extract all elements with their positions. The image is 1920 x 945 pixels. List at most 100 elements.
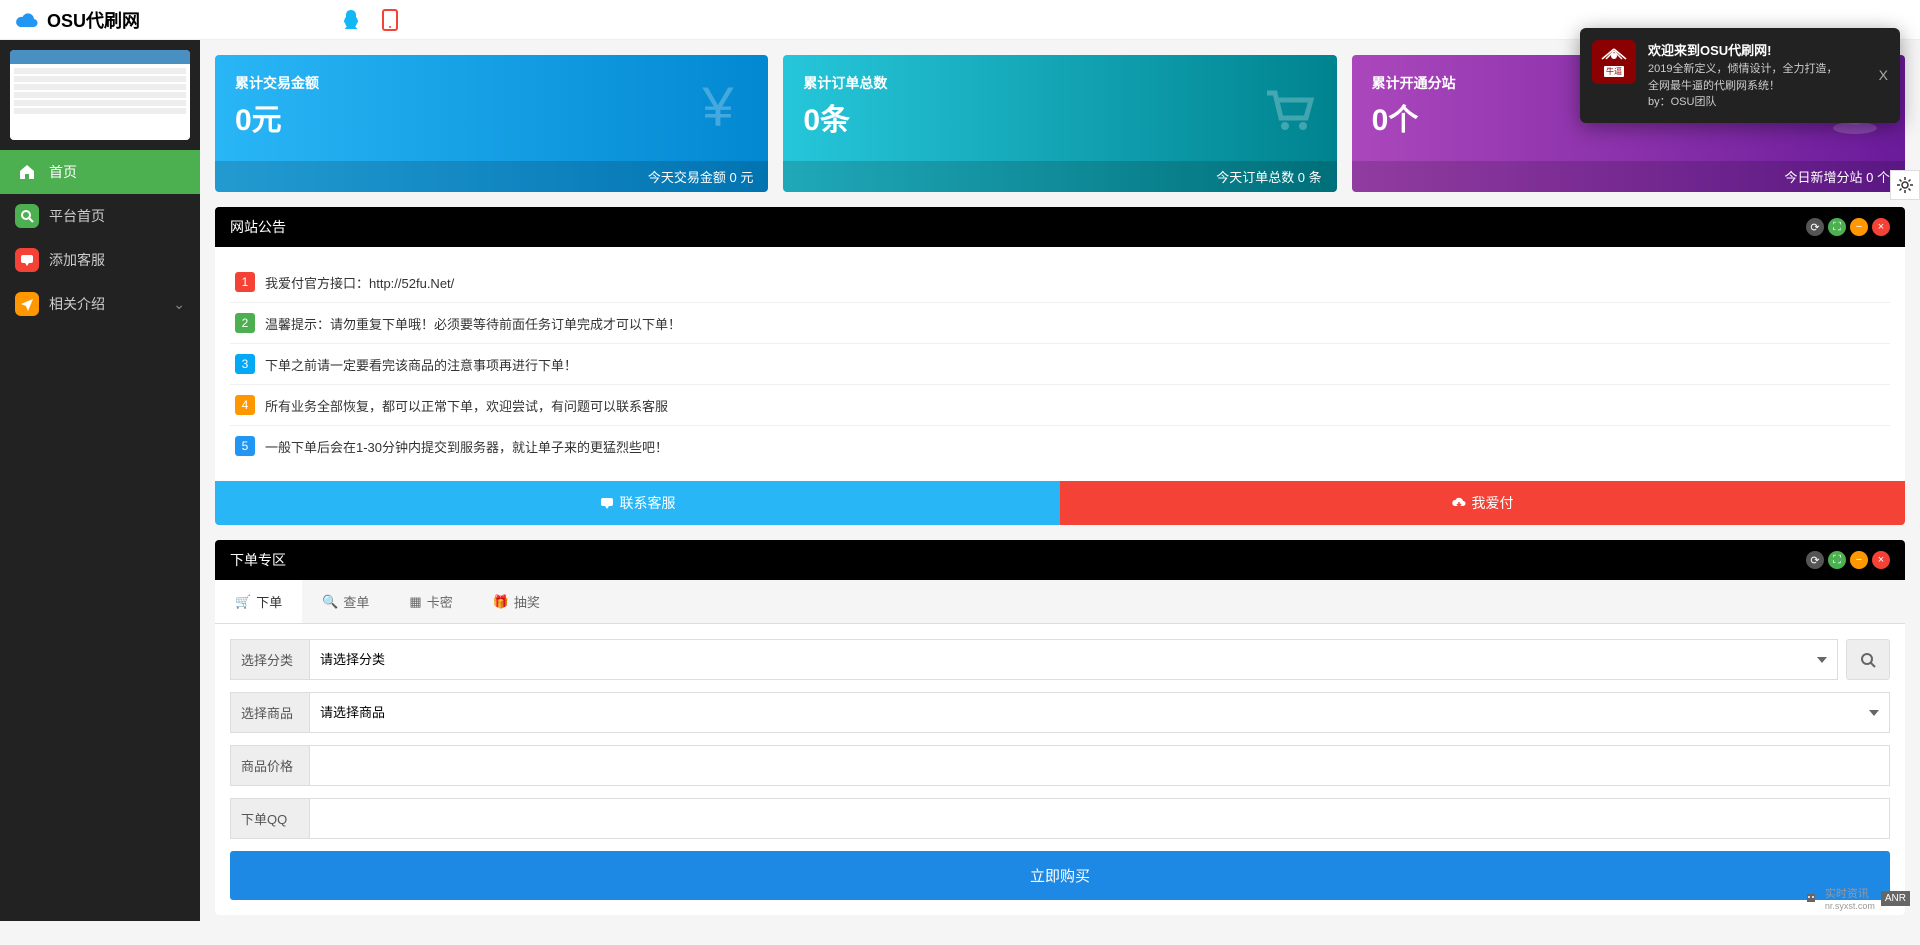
toast-line: 全网最牛逼的代刷网系统！ <box>1648 78 1860 95</box>
refresh-icon[interactable]: ⟳ <box>1806 218 1824 236</box>
order-tabs: 🛒 下单 🔍 查单 ▦ 卡密 🎁 抽奖 <box>215 580 1905 624</box>
nav-label: 首页 <box>49 162 77 182</box>
search-icon: 🔍 <box>322 594 338 610</box>
buy-button[interactable]: 立即购买 <box>230 851 1890 900</box>
notice-item: 4 所有业务全部恢复，都可以正常下单，欢迎尝试，有问题可以联系客服 <box>230 385 1890 426</box>
chevron-down-icon: ⌄ <box>173 296 185 313</box>
toast-line: by：OSU团队 <box>1648 94 1860 111</box>
tab-order[interactable]: 🛒 下单 <box>215 580 302 623</box>
category-select[interactable]: 请选择分类 <box>310 639 1838 680</box>
nav-about[interactable]: 相关介绍 ⌄ <box>0 282 200 326</box>
nav-home[interactable]: 首页 <box>0 150 200 194</box>
expand-icon[interactable]: ⛶ <box>1828 218 1846 236</box>
search-category-button[interactable] <box>1846 639 1890 680</box>
robot-icon <box>1803 890 1819 906</box>
notice-item: 5 一般下单后会在1-30分钟内提交到服务器，就让单子来的更猛烈些吧！ <box>230 426 1890 466</box>
notice-badge: 5 <box>235 436 255 456</box>
gift-icon: 🎁 <box>493 594 509 610</box>
button-label: 联系客服 <box>620 493 676 513</box>
stat-footer: 今日新增分站 0 个 <box>1352 161 1905 192</box>
nav-label: 平台首页 <box>49 206 105 226</box>
cart-icon <box>1257 78 1317 138</box>
expand-icon[interactable]: ⛶ <box>1828 551 1846 569</box>
product-select[interactable]: 请选择商品 <box>310 692 1890 733</box>
tab-lottery[interactable]: 🎁 抽奖 <box>473 580 560 623</box>
order-panel: 下单专区 ⟳ ⛶ − × 🛒 下单 🔍 查单 ▦ 卡密 🎁 <box>215 540 1905 915</box>
tab-label: 抽奖 <box>514 592 540 611</box>
phone-icon[interactable] <box>382 9 398 31</box>
notice-text: 我爱付官方接口：http://52fu.Net/ <box>265 273 454 292</box>
watermark-badge: ANR <box>1881 891 1910 906</box>
minimize-icon[interactable]: − <box>1850 218 1868 236</box>
svg-text:¥: ¥ <box>702 78 735 138</box>
notice-badge: 1 <box>235 272 255 292</box>
toast-title: 欢迎来到OSU代刷网! <box>1648 40 1860 59</box>
close-icon[interactable]: × <box>1872 551 1890 569</box>
notice-text: 下单之前请一定要看完该商品的注意事项再进行下单！ <box>265 355 577 374</box>
paper-plane-icon <box>15 292 39 316</box>
settings-gear-button[interactable] <box>1890 170 1920 200</box>
qq-input[interactable] <box>310 798 1890 839</box>
sidebar-thumbnail[interactable] <box>10 50 190 140</box>
panel-title: 下单专区 <box>230 550 286 570</box>
cloud-icon <box>15 11 39 29</box>
stat-footer: 今天交易金额 0 元 <box>215 161 768 192</box>
yen-icon: ¥ <box>688 78 748 138</box>
app-title: OSU代刷网 <box>47 7 140 33</box>
contact-service-button[interactable]: 联系客服 <box>215 481 1060 525</box>
notice-panel: 网站公告 ⟳ ⛶ − × 1 我爱付官方接口：http://52fu.Net/ … <box>215 207 1905 525</box>
panel-title: 网站公告 <box>230 217 286 237</box>
toast-line: 2019全新定义，倾情设计，全力打造， <box>1648 61 1860 78</box>
stat-label: 累计交易金额 <box>235 73 748 93</box>
cart-icon: 🛒 <box>235 594 251 610</box>
notice-badge: 2 <box>235 313 255 333</box>
search-icon <box>1860 652 1876 668</box>
watermark-url: nr.syxst.com <box>1825 901 1875 911</box>
main-content: 累计交易金额 0元 ¥ 今天交易金额 0 元 累计订单总数 0条 今天订单总数 … <box>200 40 1920 945</box>
refresh-icon[interactable]: ⟳ <box>1806 551 1824 569</box>
gear-icon <box>1896 176 1914 194</box>
qq-icon[interactable] <box>340 8 362 32</box>
minimize-icon[interactable]: − <box>1850 551 1868 569</box>
home-icon <box>15 160 39 184</box>
pay-button[interactable]: 我爱付 <box>1060 481 1905 525</box>
close-icon[interactable]: × <box>1872 218 1890 236</box>
tab-label: 卡密 <box>427 592 453 611</box>
qq-label: 下单QQ <box>230 798 310 839</box>
welcome-toast: 牛逼 欢迎来到OSU代刷网! 2019全新定义，倾情设计，全力打造， 全网最牛逼… <box>1580 28 1900 123</box>
chat-icon <box>600 496 614 510</box>
panel-header: 网站公告 ⟳ ⛶ − × <box>215 207 1905 247</box>
nav-service[interactable]: 添加客服 <box>0 238 200 282</box>
watermark: 实时资讯 nr.syxst.com ANR <box>1803 885 1910 911</box>
nav-label: 添加客服 <box>49 250 105 270</box>
chat-icon <box>15 248 39 272</box>
tab-card[interactable]: ▦ 卡密 <box>389 580 472 623</box>
wings-icon <box>1599 47 1629 65</box>
price-input[interactable] <box>310 745 1890 786</box>
notice-text: 一般下单后会在1-30分钟内提交到服务器，就让单子来的更猛烈些吧！ <box>265 437 668 456</box>
search-icon <box>15 204 39 228</box>
stat-label: 累计订单总数 <box>803 73 1316 93</box>
product-label: 选择商品 <box>230 692 310 733</box>
toast-logo-text: 牛逼 <box>1604 66 1624 77</box>
stat-card-orders: 累计订单总数 0条 今天订单总数 0 条 <box>783 55 1336 192</box>
notice-badge: 4 <box>235 395 255 415</box>
tab-check[interactable]: 🔍 查单 <box>302 580 389 623</box>
cloud-download-icon <box>1452 496 1466 510</box>
stat-footer: 今天订单总数 0 条 <box>783 161 1336 192</box>
notice-item: 3 下单之前请一定要看完该商品的注意事项再进行下单！ <box>230 344 1890 385</box>
nav-label: 相关介绍 <box>49 294 105 314</box>
toast-logo: 牛逼 <box>1592 40 1636 84</box>
price-label: 商品价格 <box>230 745 310 786</box>
notice-badge: 3 <box>235 354 255 374</box>
notice-item: 2 温馨提示：请勿重复下单哦！必须要等待前面任务订单完成才可以下单！ <box>230 303 1890 344</box>
notice-text: 温馨提示：请勿重复下单哦！必须要等待前面任务订单完成才可以下单！ <box>265 314 681 333</box>
stat-value: 0条 <box>803 95 1316 139</box>
toast-close-button[interactable]: X <box>1879 67 1888 83</box>
panel-header: 下单专区 ⟳ ⛶ − × <box>215 540 1905 580</box>
tab-label: 下单 <box>256 592 282 611</box>
header-icons <box>340 8 398 32</box>
nav-platform[interactable]: 平台首页 <box>0 194 200 238</box>
grid-icon: ▦ <box>409 594 421 610</box>
button-label: 我爱付 <box>1472 493 1514 513</box>
